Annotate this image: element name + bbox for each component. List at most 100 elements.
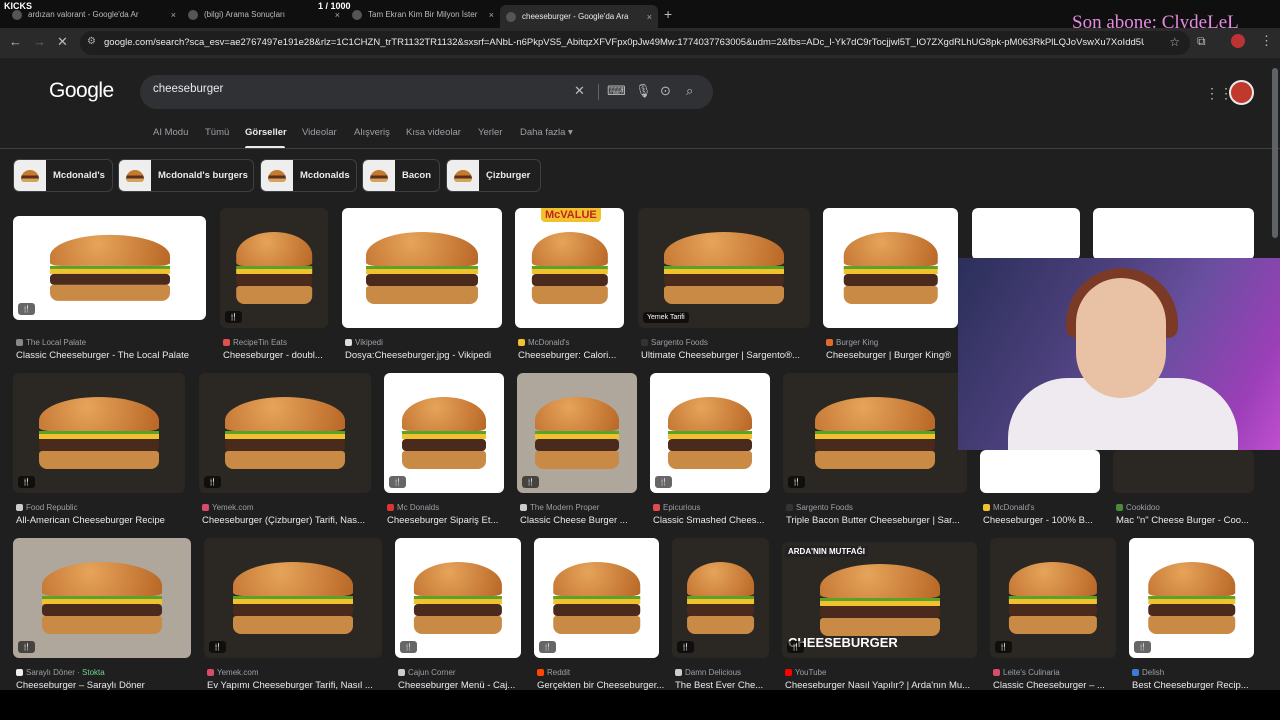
search-input[interactable]	[153, 83, 553, 95]
tab-images[interactable]: Görseller	[245, 127, 287, 138]
result-title[interactable]: Triple Bacon Butter Cheeseburger | Sar..…	[786, 515, 982, 526]
result-title[interactable]: Classic Cheeseburger - The Local Palate	[16, 350, 221, 361]
account-avatar[interactable]	[1229, 80, 1254, 105]
tab-all[interactable]: Tümü	[205, 127, 229, 138]
result-source[interactable]: Yemek.com	[202, 503, 384, 512]
tab-shopping[interactable]: Alışveriş	[354, 127, 390, 138]
result-source[interactable]: Food Republic	[16, 503, 198, 512]
result-source[interactable]: Cookidoo	[1116, 503, 1267, 512]
result-thumbnail[interactable]: 🍴	[204, 538, 382, 658]
scrollbar-thumb[interactable]	[1272, 68, 1278, 238]
result-source[interactable]: Cajun Corner	[398, 668, 534, 677]
result-thumbnail[interactable]: 🍴	[672, 538, 769, 658]
forward-icon[interactable]: →	[33, 34, 46, 49]
result-source[interactable]: Vikipedi	[345, 338, 515, 347]
result-thumbnail[interactable]	[980, 450, 1100, 493]
result-title[interactable]: Cheeseburger - doubl...	[223, 350, 343, 361]
result-thumbnail[interactable]: Yemek Tarifi	[638, 208, 810, 328]
address-url[interactable]: google.com/search?sca_esv=ae2767497e191e…	[104, 37, 1144, 48]
result-title[interactable]: Cheeseburger - 100% B...	[983, 515, 1115, 526]
browser-tab[interactable]: ardızan valorant - Google'da Ar ×	[6, 5, 182, 24]
result-title[interactable]: All-American Cheeseburger Recipe	[16, 515, 200, 526]
result-source[interactable]: Saraylı Döner · Stokta	[16, 668, 204, 677]
extensions-icon[interactable]: ⧉	[1197, 34, 1206, 49]
result-thumbnail[interactable]: 🍴	[517, 373, 637, 493]
result-thumbnail[interactable]: 🍴	[13, 216, 206, 320]
filter-chip[interactable]: Bacon	[362, 159, 440, 192]
browser-tab[interactable]: Tam Ekran Kim Bir Milyon İster ×	[346, 5, 500, 24]
result-thumbnail[interactable]: 🍴	[534, 538, 659, 658]
result-thumbnail[interactable]	[823, 208, 958, 328]
bookmark-star-icon[interactable]: ☆	[1169, 35, 1180, 49]
result-thumbnail[interactable]: 🍴	[199, 373, 371, 493]
result-source[interactable]: Delish	[1132, 668, 1267, 677]
filter-chip[interactable]: Mcdonald's	[13, 159, 113, 192]
close-icon[interactable]: ×	[171, 10, 176, 20]
result-source[interactable]: McDonald's	[983, 503, 1113, 512]
result-title[interactable]: Mac "n" Cheese Burger - Coo...	[1116, 515, 1269, 526]
result-source[interactable]: RecipeTin Eats	[223, 338, 341, 347]
search-box[interactable]: ✕ ⌨ 🎙 ⊙ ⌕	[140, 75, 713, 109]
result-thumbnail[interactable]: CHEESEBURGER ARDA'NIN MUTFAĞI 🍴	[782, 542, 977, 658]
result-title[interactable]: Cheeseburger: Calori...	[518, 350, 639, 361]
result-source[interactable]: Burger King	[826, 338, 971, 347]
tab-more[interactable]: Daha fazla ▾	[520, 127, 573, 138]
search-icon[interactable]: ⌕	[686, 83, 693, 99]
result-title[interactable]: Cheeseburger Sipariş Et...	[387, 515, 519, 526]
filter-chip[interactable]: Mcdonald's burgers	[118, 159, 254, 192]
result-source[interactable]: Reddit	[537, 668, 672, 677]
browser-menu-icon[interactable]: ⋮	[1260, 33, 1273, 49]
stop-loading-icon[interactable]: ✕	[57, 34, 68, 50]
result-thumbnail[interactable]: 🍴	[783, 373, 967, 493]
close-icon[interactable]: ×	[335, 10, 340, 20]
microphone-icon[interactable]: 🎙	[635, 83, 652, 99]
result-source[interactable]: Yemek.com	[207, 668, 395, 677]
result-title[interactable]: Classic Cheese Burger ...	[520, 515, 652, 526]
result-thumbnail[interactable]	[972, 208, 1080, 260]
result-title[interactable]: Dosya:Cheeseburger.jpg - Vikipedi	[345, 350, 517, 361]
result-thumbnail[interactable]	[1113, 450, 1254, 493]
result-thumbnail[interactable]: 🍴	[650, 373, 770, 493]
keyboard-icon[interactable]: ⌨	[607, 83, 626, 99]
tab-short-videos[interactable]: Kısa videolar	[406, 127, 461, 138]
close-icon[interactable]: ×	[647, 12, 652, 22]
result-source[interactable]: Sargento Foods	[641, 338, 823, 347]
result-thumbnail[interactable]: 🍴	[384, 373, 504, 493]
tab-videos[interactable]: Videolar	[302, 127, 337, 138]
clear-icon[interactable]: ✕	[574, 83, 585, 99]
result-source[interactable]: The Modern Proper	[520, 503, 650, 512]
lens-camera-icon[interactable]: ⊙	[660, 83, 671, 99]
result-title[interactable]: Ultimate Cheeseburger | Sargento®...	[641, 350, 825, 361]
result-thumbnail[interactable]: 🍴	[13, 373, 185, 493]
result-source[interactable]: Leite's Culinaria	[993, 668, 1129, 677]
result-source[interactable]: Damn Delicious	[675, 668, 782, 677]
result-thumbnail[interactable]: 🍴	[1129, 538, 1254, 658]
result-thumbnail[interactable]: McVALUE	[515, 208, 624, 328]
result-thumbnail[interactable]	[1093, 208, 1254, 260]
result-title[interactable]: Cheeseburger | Burger King®	[826, 350, 973, 361]
close-icon[interactable]: ×	[489, 10, 494, 20]
tab-ai-mode[interactable]: AI Modu	[153, 127, 188, 138]
result-source[interactable]: YouTube	[785, 668, 990, 677]
address-bar[interactable]: ⚙ google.com/search?sca_esv=ae2767497e19…	[80, 31, 1190, 55]
back-icon[interactable]: ←	[9, 34, 22, 49]
filter-chip[interactable]: Mcdonalds	[260, 159, 357, 192]
result-thumbnail[interactable]: 🍴	[13, 538, 191, 658]
result-title[interactable]: Classic Smashed Chees...	[653, 515, 785, 526]
result-source[interactable]: The Local Palate	[16, 338, 219, 347]
browser-profile-avatar[interactable]	[1231, 34, 1245, 48]
google-logo[interactable]: Google	[49, 79, 114, 103]
filter-chip[interactable]: Çizburger	[446, 159, 541, 192]
result-source[interactable]: McDonald's	[518, 338, 637, 347]
tab-places[interactable]: Yerler	[478, 127, 502, 138]
result-thumbnail[interactable]: 🍴	[990, 538, 1116, 658]
result-source[interactable]: Sargento Foods	[786, 503, 980, 512]
result-source[interactable]: Mc Donalds	[387, 503, 517, 512]
result-thumbnail[interactable]: 🍴	[395, 538, 521, 658]
page-scrollbar[interactable]	[1272, 60, 1278, 690]
site-info-icon[interactable]: ⚙	[87, 36, 96, 47]
result-source[interactable]: Epicurious	[653, 503, 783, 512]
result-title[interactable]: Cheeseburger (Çizburger) Tarifi, Nas...	[202, 515, 386, 526]
new-tab-button[interactable]: +	[664, 6, 672, 22]
browser-tab-active[interactable]: cheeseburger - Google'da Ara ×	[500, 5, 658, 28]
